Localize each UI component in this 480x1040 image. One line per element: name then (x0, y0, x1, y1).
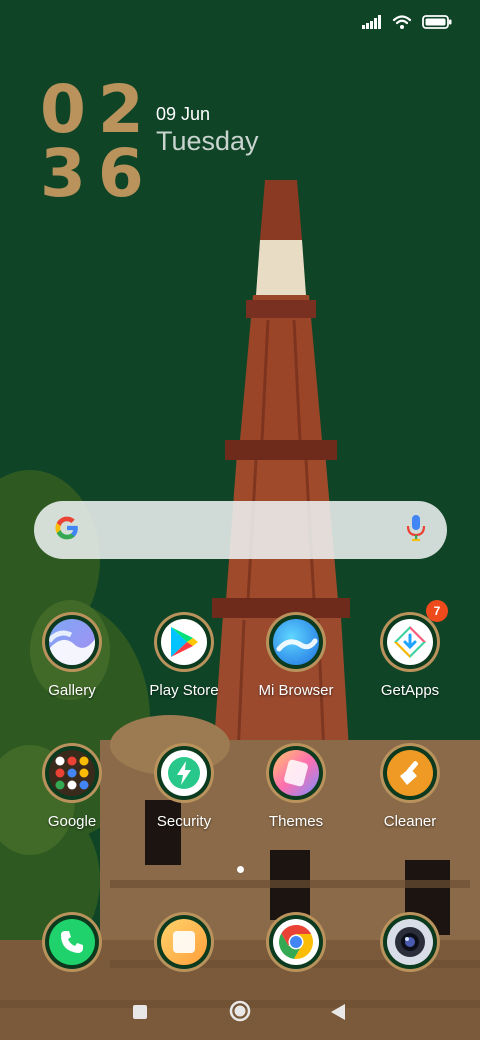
weekday-label: Tuesday (156, 126, 259, 156)
phone-icon (49, 919, 95, 965)
google-g-icon (54, 515, 80, 546)
notification-badge: 7 (426, 600, 448, 622)
dock-camera[interactable] (360, 912, 460, 972)
app-security[interactable]: Security (134, 743, 234, 830)
date-widget[interactable]: 09 Jun Tuesday (156, 104, 259, 158)
page-indicator (0, 866, 480, 873)
battery-icon (422, 15, 452, 29)
app-getapps[interactable]: 7 GetApps (360, 600, 460, 699)
app-label: Cleaner (383, 813, 437, 830)
clock-minutes: 36 (40, 135, 156, 212)
back-triangle-icon[interactable] (330, 1003, 346, 1026)
app-mi-browser[interactable]: Mi Browser (246, 612, 346, 699)
google-search-bar[interactable] (34, 501, 447, 559)
recents-square-icon[interactable] (132, 1004, 148, 1025)
dock-chrome[interactable] (246, 912, 346, 972)
app-label: Google (47, 813, 97, 830)
cleaner-icon (387, 750, 433, 796)
getapps-icon (387, 619, 433, 665)
app-play-store[interactable]: Play Store (134, 612, 234, 699)
app-google-folder[interactable]: Google (22, 743, 122, 830)
security-icon (161, 750, 207, 796)
themes-icon (273, 750, 319, 796)
home-circle-icon[interactable] (229, 1000, 251, 1027)
page-dot (236, 866, 244, 873)
gallery-icon (49, 619, 95, 665)
wifi-icon (392, 14, 412, 30)
microphone-icon[interactable] (405, 514, 427, 547)
status-bar (362, 10, 452, 34)
play-store-icon (161, 619, 207, 665)
app-themes[interactable]: Themes (246, 743, 346, 830)
app-label: Themes (268, 813, 324, 830)
app-label: GetApps (380, 682, 440, 699)
notes-icon (161, 919, 207, 965)
date-label: 09 Jun (156, 104, 211, 124)
app-label: Play Store (149, 682, 219, 699)
clock-hours: 02 (40, 71, 156, 148)
clock-widget[interactable]: 02 36 (40, 71, 156, 212)
app-cleaner[interactable]: Cleaner (360, 743, 460, 830)
app-gallery[interactable]: Gallery (22, 612, 122, 699)
camera-icon (387, 919, 433, 965)
cellular-signal-icon (362, 15, 382, 29)
navigation-bar (0, 990, 480, 1032)
app-label: Gallery (48, 682, 96, 699)
google-folder-icon (49, 750, 95, 796)
dock-notes[interactable] (134, 912, 234, 972)
chrome-icon (273, 919, 319, 965)
dock-phone[interactable] (22, 912, 122, 972)
mi-browser-icon (273, 619, 319, 665)
app-label: Security (156, 813, 212, 830)
app-label: Mi Browser (258, 682, 334, 699)
